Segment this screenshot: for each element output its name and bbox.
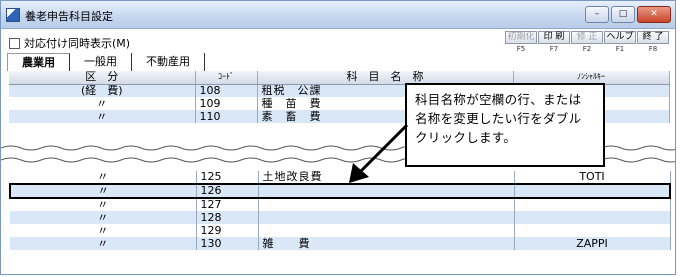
cell-name [258,211,515,224]
cell-kana [514,198,671,211]
fkey-label: F1 [615,45,625,53]
window-controls: – □ ✕ [585,6,671,23]
callout-arrow-icon [349,123,409,183]
cell-code: 127 [196,198,259,211]
callout-line: 科目名称が空欄の行、または [415,92,582,107]
cell-kana: ZAPPI [514,237,671,250]
cell-category: 〃 [10,171,197,184]
category-tabs: 農業用 一般用 不動産用 [7,53,205,71]
exit-button[interactable]: 終 了 [637,31,669,44]
table-row[interactable]: 〃 130 雑 費 ZAPPI [10,237,671,250]
cell-category: 〃 [10,237,197,250]
cell-code: 126 [196,183,259,199]
fkey-label: F8 [648,45,658,53]
sync-display-checkbox[interactable] [9,37,20,49]
cell-category: 〃 [10,224,197,237]
cell-category: 〃 [9,97,196,110]
cell-code: 110 [195,110,258,123]
callout-line: クリックします。 [415,130,517,145]
cell-kana: TOTI [514,171,671,184]
app-icon [6,8,20,22]
cell-code: 129 [196,224,259,237]
function-key-toolbar: 初期化 F5 印 刷 F7 修 正 F2 ヘルプ F1 終 了 F8 [505,31,669,54]
fkey-exit: 終 了 F8 [637,31,669,54]
cell-code: 109 [195,97,258,110]
window-title: 養老申告科目設定 [25,10,113,23]
cell-code: 130 [196,237,259,250]
tab-real-estate[interactable]: 不動産用 [132,53,205,71]
cell-code: 125 [196,171,259,184]
table-row[interactable]: 〃 128 [10,211,671,224]
header-code[interactable]: ｺｰﾄﾞ [195,71,258,85]
cell-category: (経 費) [9,84,196,97]
account-grid-bottom: 〃 125 土地改良費 TOTI 〃 126 〃 127 〃 128 〃 129… [9,171,671,250]
title-bar[interactable]: 養老申告科目設定 – □ ✕ [1,1,675,29]
page: 養老申告科目設定 – □ ✕ 対応付け同時表示(M) 初期化 F5 印 刷 F7… [0,0,680,277]
help-button[interactable]: ヘルプ [604,31,636,44]
table-row[interactable]: 〃 129 [10,224,671,237]
sync-display-option[interactable]: 対応付け同時表示(M) [9,35,130,51]
fkey-help: ヘルプ F1 [604,31,636,54]
cell-kana [514,211,671,224]
tab-agriculture[interactable]: 農業用 [7,53,70,71]
table-row[interactable]: 〃 127 [10,198,671,211]
cell-code: 128 [196,211,259,224]
cell-code: 108 [195,84,258,97]
fkey-label: F2 [582,45,592,53]
print-button[interactable]: 印 刷 [538,31,570,44]
minimize-button[interactable]: – [585,6,609,23]
fkey-edit: 修 正 F2 [571,31,603,54]
app-window: 養老申告科目設定 – □ ✕ 対応付け同時表示(M) 初期化 F5 印 刷 F7… [0,0,676,275]
maximize-button[interactable]: □ [611,6,635,23]
table-row[interactable]: 〃 125 土地改良費 TOTI [10,171,671,184]
cell-category: 〃 [9,183,197,199]
cell-name [258,198,515,211]
edit-button[interactable]: 修 正 [571,31,603,44]
header-category[interactable]: 区 分 [9,71,196,85]
cell-category: 〃 [10,198,197,211]
cell-name: 雑 費 [258,237,515,250]
fkey-print: 印 刷 F7 [538,31,570,54]
tab-general[interactable]: 一般用 [70,53,132,71]
table-row-selected[interactable]: 〃 126 [9,183,671,199]
cell-name [258,224,515,237]
fkey-label: F5 [516,45,526,53]
cell-kana [514,224,671,237]
cell-category: 〃 [9,110,196,123]
fkey-label: F7 [549,45,559,53]
close-button[interactable]: ✕ [637,6,671,23]
init-button[interactable]: 初期化 [505,31,537,44]
instruction-callout: 科目名称が空欄の行、または 名称を変更したい行をダブル クリックします。 [405,83,605,167]
callout-line: 名称を変更したい行をダブル [415,111,582,126]
cell-kana [514,183,671,199]
sync-display-label: 対応付け同時表示(M) [24,37,131,50]
fkey-init: 初期化 F5 [505,31,537,54]
cell-category: 〃 [10,211,197,224]
